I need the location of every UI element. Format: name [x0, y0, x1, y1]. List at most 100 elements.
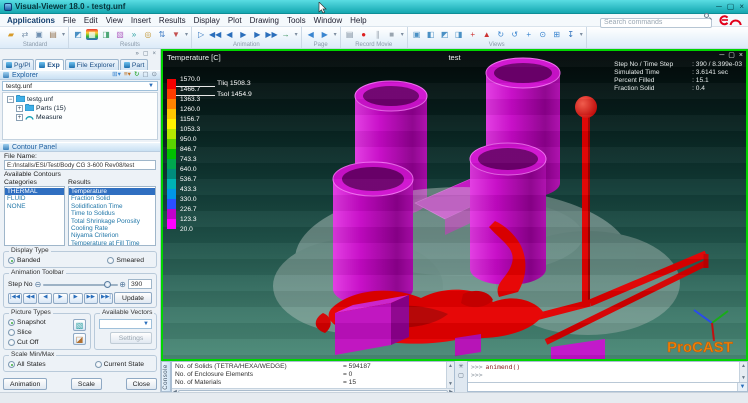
vector-icon[interactable]: »	[128, 29, 140, 40]
vp-minimize-button[interactable]: ─	[719, 51, 724, 60]
panel-tab[interactable]: File Explorer	[65, 59, 119, 70]
panel-button[interactable]: Close	[126, 378, 157, 390]
slice-tool-icon[interactable]: ▧	[73, 319, 86, 331]
settings-button[interactable]: Settings	[110, 332, 152, 344]
menu-item[interactable]: Results	[155, 16, 190, 25]
menu-item[interactable]: Applications	[3, 16, 59, 25]
section-icon[interactable]: ◨	[100, 29, 112, 40]
pause-icon[interactable]: ∥	[372, 29, 384, 40]
menu-item[interactable]: Insert	[127, 16, 155, 25]
window-icon[interactable]: ▢	[458, 372, 464, 379]
category-item[interactable]: THERMAL	[5, 188, 64, 195]
prev-page-icon[interactable]: ◀	[305, 29, 317, 40]
slider-plus-icon[interactable]: ⊕	[119, 280, 126, 289]
panel-button[interactable]: Animation	[3, 378, 47, 390]
slider-minus-icon[interactable]: ⊖	[35, 280, 42, 289]
close-button[interactable]: ×	[739, 2, 744, 11]
cutoff-tool-icon[interactable]: ◪	[73, 333, 86, 345]
python-command-input[interactable]	[468, 383, 737, 391]
scroll-up-icon[interactable]: ▲	[741, 363, 746, 369]
update-button[interactable]: Update	[114, 292, 152, 304]
result-item[interactable]: Time to Solidus	[69, 210, 155, 217]
scroll-down-icon[interactable]: ▼	[448, 381, 453, 387]
display-type-option[interactable]: Smeared	[107, 257, 144, 264]
menu-item[interactable]: Plot	[224, 16, 246, 25]
file-combo[interactable]: testg.unf ▼	[2, 81, 158, 91]
next-frame-icon[interactable]: ▶	[251, 29, 263, 40]
picture-type-option[interactable]: Snapshot	[8, 319, 71, 326]
tree-filter-icon[interactable]: ⊞▾	[112, 72, 121, 79]
search-icon[interactable]	[704, 13, 709, 18]
first-frame-button[interactable]: |◀◀	[8, 293, 22, 304]
export-animation-icon[interactable]: →	[280, 29, 292, 40]
play-icon[interactable]: ▶	[237, 29, 249, 40]
stop-icon[interactable]: ■	[386, 29, 398, 40]
toolbar-overflow-icon[interactable]: ▾	[185, 31, 188, 38]
vp-restore-button[interactable]: ▢	[728, 51, 735, 60]
top-view-icon[interactable]: ◩	[439, 29, 451, 40]
model-icon[interactable]: ◩	[72, 29, 84, 40]
menu-item[interactable]: Display	[190, 16, 224, 25]
paste-icon[interactable]: ▤	[47, 29, 59, 40]
toolbar-overflow-icon[interactable]: ▾	[401, 31, 404, 38]
result-item[interactable]: Temperature	[69, 188, 155, 195]
first-frame-icon[interactable]: ◀◀	[209, 29, 221, 40]
step-slider[interactable]: ⊖ ⊕	[35, 280, 126, 289]
pin-icon[interactable]: »	[135, 51, 138, 57]
collapse-icon[interactable]: −	[7, 96, 14, 103]
toolbar-overflow-icon[interactable]: ▾	[295, 31, 298, 38]
zoom-icon[interactable]: ⊙	[537, 29, 549, 40]
console-vscrollbar[interactable]: ▲ ▼	[446, 362, 454, 388]
panel-tab[interactable]: Exp	[35, 59, 63, 70]
search-commands-input[interactable]	[600, 18, 712, 28]
panel-button[interactable]: Scale	[71, 378, 102, 390]
last-frame-button[interactable]: ▶▶|	[99, 293, 113, 304]
float-icon[interactable]: ▢	[143, 51, 149, 57]
contour-icon[interactable]: ▦	[86, 29, 98, 40]
result-item[interactable]: Solidification Time	[69, 203, 155, 210]
minimize-button[interactable]: ─	[716, 2, 722, 11]
menu-item[interactable]: Help	[346, 16, 370, 25]
next-page-icon[interactable]: ▶	[319, 29, 331, 40]
toolbar-overflow-icon[interactable]: ▾	[62, 31, 65, 38]
slider-thumb[interactable]	[104, 281, 111, 288]
copy-icon[interactable]: ▣	[33, 29, 45, 40]
result-item[interactable]: Cooling Rate	[69, 225, 155, 232]
new-view-icon[interactable]: ▢	[142, 72, 148, 79]
sort-icon[interactable]: ≡▾	[124, 72, 131, 79]
tree-item[interactable]: −testg.unf	[5, 95, 155, 104]
vectors-combo[interactable]: ▼	[99, 319, 152, 329]
split-icon[interactable]: ✳	[458, 363, 463, 370]
console-tab[interactable]: Console	[161, 361, 171, 392]
refresh-icon[interactable]: ↻	[134, 72, 139, 79]
expand-icon[interactable]: +	[16, 105, 23, 112]
annotation-icon[interactable]: ▲	[481, 29, 493, 40]
maximize-button[interactable]: ▢	[727, 2, 735, 11]
pan-icon[interactable]: +	[523, 29, 535, 40]
axis-icon[interactable]: +	[467, 29, 479, 40]
scale-minmax-option[interactable]: All States	[8, 361, 46, 368]
play-button[interactable]: ▶	[53, 293, 67, 304]
front-view-icon[interactable]: ◧	[425, 29, 437, 40]
result-item[interactable]: Niyama Criterion	[69, 232, 155, 239]
menu-item[interactable]: Edit	[80, 16, 102, 25]
panel-tab[interactable]: Pg/Pl	[2, 59, 34, 70]
panel-tab[interactable]: Part	[120, 59, 148, 70]
picture-type-option[interactable]: Cut Off	[8, 339, 71, 346]
menu-item[interactable]: File	[59, 16, 80, 25]
file-path-field[interactable]: E:/Installs/ESI/Test/Body CG 3-600 Rev08…	[4, 160, 156, 170]
open-icon[interactable]: ▰	[5, 29, 17, 40]
vp-close-button[interactable]: ×	[739, 51, 743, 60]
fit-icon[interactable]: ⊞	[551, 29, 563, 40]
menu-item[interactable]: Drawing	[246, 16, 283, 25]
scroll-down-icon[interactable]: ▼	[741, 375, 746, 381]
side-view-icon[interactable]: ◨	[453, 29, 465, 40]
spin-icon[interactable]: ↺	[509, 29, 521, 40]
scale-minmax-option[interactable]: Current State	[95, 361, 144, 368]
category-item[interactable]: FLUID	[5, 195, 64, 202]
rotate-icon[interactable]: ↻	[495, 29, 507, 40]
toolbar-overflow-icon[interactable]: ▾	[580, 31, 583, 38]
fast-forward-button[interactable]: ▶▶	[84, 293, 98, 304]
options-icon[interactable]: ⊙	[152, 72, 157, 79]
result-item[interactable]: Fraction Solid	[69, 195, 155, 202]
